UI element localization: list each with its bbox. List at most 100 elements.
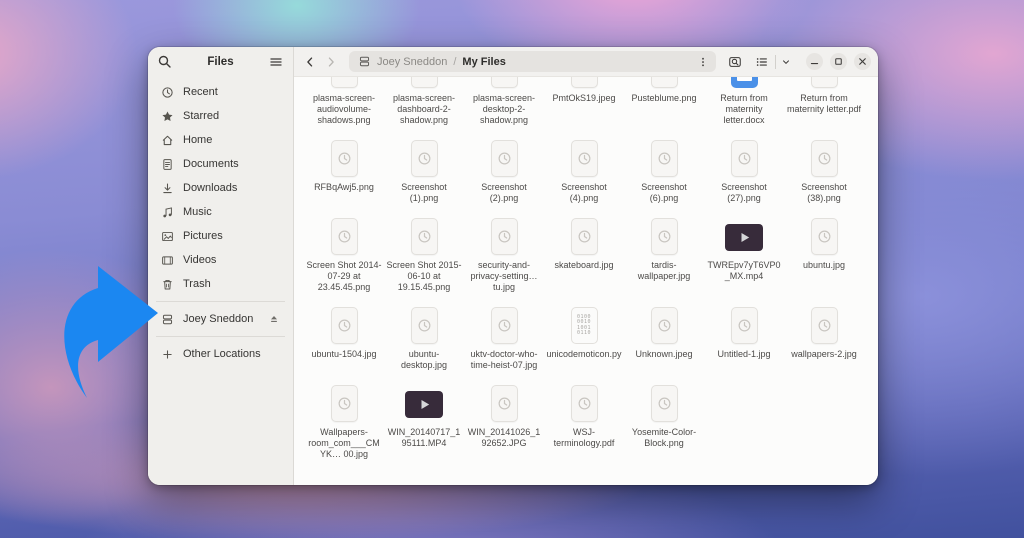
file-item[interactable]: Return from maternity letter.docx	[704, 77, 784, 137]
maximize-button[interactable]	[830, 53, 847, 70]
thumbnail-pending-icon	[650, 218, 678, 255]
thumbnail-pending-icon	[570, 218, 598, 255]
file-item[interactable]: Screenshot (4).png	[544, 137, 624, 215]
file-icon-box	[650, 77, 678, 88]
file-icon-box	[330, 382, 358, 422]
search-icon[interactable]	[157, 54, 173, 70]
file-item[interactable]: ubuntu.jpg	[784, 215, 864, 304]
file-icon-box	[725, 215, 763, 255]
sidebar-item-starred[interactable]: Starred	[154, 104, 287, 128]
path-menu-kebab-icon[interactable]	[695, 54, 711, 70]
thumbnail-pending-icon	[490, 140, 518, 177]
clock-icon	[417, 151, 432, 166]
file-icon-box	[650, 215, 678, 255]
sidebar-item-label: Downloads	[183, 182, 238, 194]
file-item[interactable]: WSJ-terminology.pdf	[544, 382, 624, 471]
file-item[interactable]: skateboard.jpg	[544, 215, 624, 304]
play-icon	[737, 230, 752, 245]
headerbar: Joey Sneddon / My Files	[294, 47, 878, 76]
file-name: Screenshot (27).png	[721, 182, 767, 203]
video-thumb-icon	[405, 391, 443, 418]
file-item[interactable]: Wallpapers-room_com___CMYK… 00.jpg	[304, 382, 384, 471]
star-icon	[161, 110, 174, 123]
file-icon-box	[650, 137, 678, 177]
thumbnail-pending-icon	[650, 140, 678, 177]
file-item[interactable]: Unknown.jpeg	[624, 304, 704, 382]
back-button[interactable]	[301, 53, 319, 71]
file-item[interactable]: Screenshot (1).png	[384, 137, 464, 215]
file-item[interactable]: Screenshot (38).png	[784, 137, 864, 215]
file-icon-box	[405, 382, 443, 422]
eject-icon[interactable]	[268, 313, 280, 325]
file-item[interactable]: PmtOkS19.jpeg	[544, 77, 624, 137]
clock-icon	[497, 318, 512, 333]
file-item[interactable]: Untitled-1.jpg	[704, 304, 784, 382]
file-name: WSJ-terminology.pdf	[553, 427, 615, 448]
file-item[interactable]: tardis-wallpaper.jpg	[624, 215, 704, 304]
file-item[interactable]: WIN_20140717_195111.MP4	[384, 382, 464, 471]
close-button[interactable]	[854, 53, 871, 70]
view-options-chevron-down-icon[interactable]	[779, 55, 793, 69]
sidebar-item-recent[interactable]: Recent	[154, 80, 287, 104]
file-item[interactable]: Screenshot (2).png	[464, 137, 544, 215]
sidebar-item-label: Home	[183, 134, 213, 146]
file-name: ubuntu-desktop.jpg	[400, 349, 448, 370]
file-name: skateboard.jpg	[554, 260, 614, 270]
breadcrumb-root[interactable]: Joey Sneddon	[377, 56, 447, 68]
file-item[interactable]: 0100 0010 1001 0110 unicodemoticon.py	[544, 304, 624, 382]
sidebar-item-music[interactable]: Music	[154, 200, 287, 224]
file-item[interactable]: ubuntu-1504.jpg	[304, 304, 384, 382]
file-item[interactable]: TWREpv7yT6VP0_MX.mp4	[704, 215, 784, 304]
thumbnail-pending-icon	[810, 140, 838, 177]
thumbnail-pending-icon	[650, 307, 678, 344]
file-item[interactable]: Screenshot (27).png	[704, 137, 784, 215]
file-item[interactable]: Screenshot (6).png	[624, 137, 704, 215]
thumbnail-pending-icon	[810, 77, 838, 88]
sidebar-item-home[interactable]: Home	[154, 128, 287, 152]
file-icon-box	[330, 215, 358, 255]
file-name: Unknown.jpeg	[635, 349, 693, 359]
file-item[interactable]: Pusteblume.png	[624, 77, 704, 137]
search-folder-icon[interactable]	[725, 52, 745, 72]
file-icon-box	[810, 77, 838, 88]
sidebar-item-label: Joey Sneddon	[183, 313, 254, 325]
list-view-icon[interactable]	[752, 52, 772, 72]
file-name: plasma-screen-dashboard-2-shadow.png	[392, 93, 456, 125]
app-title: Files	[207, 55, 234, 68]
file-item[interactable]: RFBqAwj5.png	[304, 137, 384, 215]
file-name: WIN_20140717_195111.MP4	[387, 427, 461, 448]
file-icon-box	[730, 304, 758, 344]
file-item[interactable]: uktv-doctor-who-time-heist-07.jpg	[464, 304, 544, 382]
clock-icon	[161, 86, 174, 99]
sidebar-item-label: Videos	[183, 254, 217, 266]
thumbnail-pending-icon	[410, 77, 438, 88]
clock-icon	[737, 151, 752, 166]
sidebar-item-label: Trash	[183, 278, 211, 290]
file-item[interactable]: plasma-screen-audiovolume-shadows.png	[304, 77, 384, 137]
file-grid-view[interactable]: plasma-screen-audiovolume-shadows.png pla…	[294, 76, 878, 485]
python-code-icon: 0100 0010 1001 0110	[570, 307, 598, 344]
hamburger-menu-icon[interactable]	[268, 54, 284, 70]
clock-icon	[497, 76, 512, 77]
forward-button[interactable]	[322, 53, 340, 71]
code-icon-text: 0100 0010 1001 0110	[576, 313, 592, 336]
file-item[interactable]: plasma-screen-dashboard-2-shadow.png	[384, 77, 464, 137]
file-item[interactable]: Screen Shot 2015-06-10 at 19.15.45.png	[384, 215, 464, 304]
minimize-button[interactable]	[806, 53, 823, 70]
file-item[interactable]: plasma-screen-desktop-2-shadow.png	[464, 76, 544, 137]
thumbnail-pending-icon	[490, 76, 518, 88]
thumbnail-pending-icon	[330, 218, 358, 255]
file-item[interactable]: Return from maternity letter.pdf	[784, 77, 864, 137]
sidebar-item-downloads[interactable]: Downloads	[154, 176, 287, 200]
music-icon	[161, 206, 174, 219]
file-item[interactable]: WIN_20141026_192652.JPG	[464, 382, 544, 471]
view-toggle	[752, 52, 793, 72]
file-item[interactable]: ubuntu-desktop.jpg	[384, 304, 464, 382]
file-item[interactable]: security-and-privacy-setting…tu.jpg	[464, 215, 544, 304]
file-item[interactable]: Yosemite-Color-Block.png	[624, 382, 704, 471]
sidebar-item-documents[interactable]: Documents	[154, 152, 287, 176]
breadcrumb[interactable]: Joey Sneddon / My Files	[349, 51, 716, 72]
file-name: Yosemite-Color-Block.png	[631, 427, 697, 448]
file-item[interactable]: wallpapers-2.jpg	[784, 304, 864, 382]
file-item[interactable]: Screen Shot 2014-07-29 at 23.45.45.png	[304, 215, 384, 304]
